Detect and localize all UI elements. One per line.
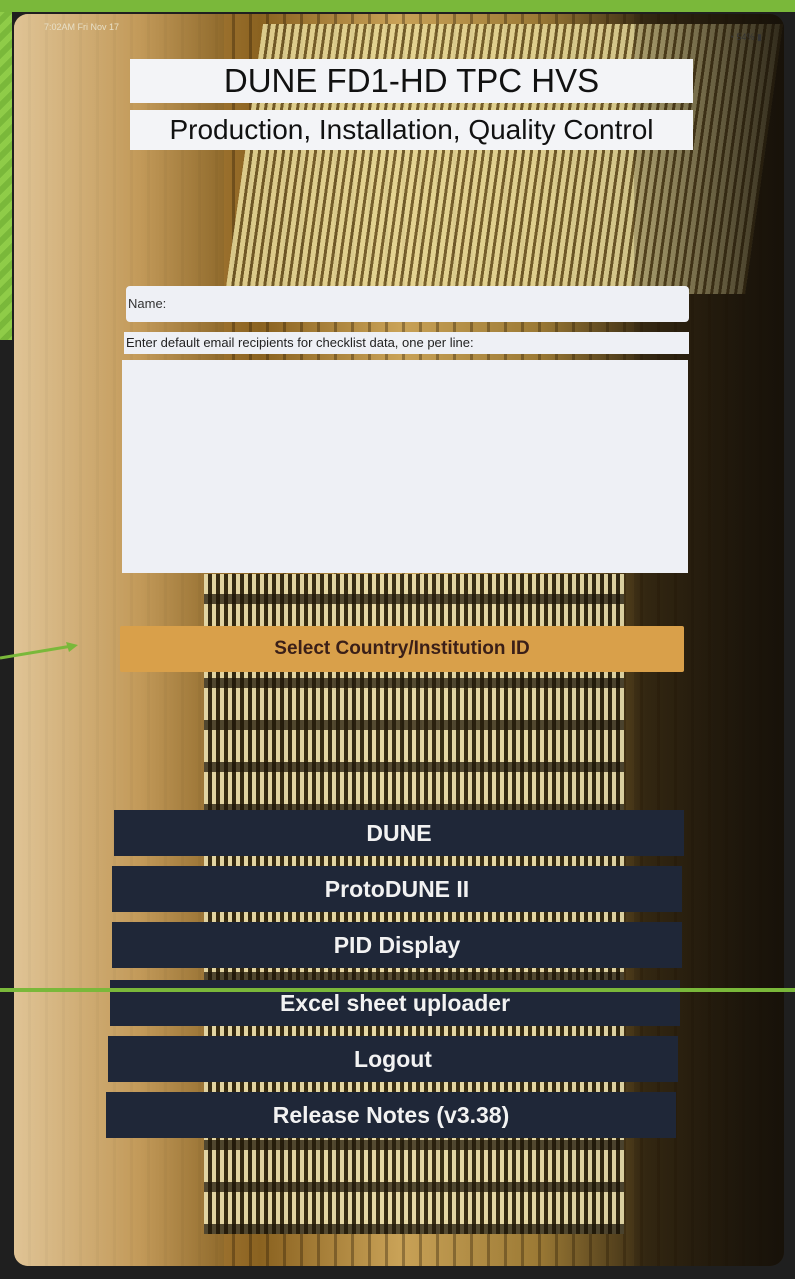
battery-icon: ▮: [757, 32, 762, 42]
release-notes-button[interactable]: Release Notes (v3.38): [106, 1092, 676, 1138]
excel-uploader-button[interactable]: Excel sheet uploader: [110, 980, 680, 1026]
battery-indicator: ◔ 54% ▮: [729, 32, 762, 43]
status-bar: 7:02AM Fri Nov 17 ◔ 54% ▮: [14, 14, 784, 44]
wifi-icon: ◔: [728, 32, 734, 42]
dune-button[interactable]: DUNE: [114, 810, 684, 856]
status-time: 7:02AM Fri Nov 17: [44, 22, 120, 32]
email-recipients-input[interactable]: [122, 360, 688, 573]
select-country-institution-button[interactable]: Select Country/Institution ID: [120, 626, 684, 672]
logout-button[interactable]: Logout: [108, 1036, 678, 1082]
name-field[interactable]: Name:: [126, 286, 689, 322]
tablet-screen: 7:02AM Fri Nov 17 ◔ 54% ▮ DUNE FD1-HD TP…: [14, 14, 784, 1266]
pointer-arrow-icon: [0, 642, 78, 660]
green-top-bar: [0, 0, 795, 12]
pid-display-button[interactable]: PID Display: [112, 922, 682, 968]
slide-frame: 7:02AM Fri Nov 17 ◔ 54% ▮ DUNE FD1-HD TP…: [0, 0, 795, 1279]
green-accent-stripe: [0, 0, 12, 340]
page-subtitle: Production, Installation, Quality Contro…: [130, 110, 693, 150]
page-title: DUNE FD1-HD TPC HVS: [130, 59, 693, 103]
battery-level: 54%: [736, 32, 755, 42]
protodune-button[interactable]: ProtoDUNE II: [112, 866, 682, 912]
email-recipients-label: Enter default email recipients for check…: [124, 332, 689, 354]
name-label: Name:: [128, 296, 167, 311]
green-divider-line: [0, 988, 795, 992]
